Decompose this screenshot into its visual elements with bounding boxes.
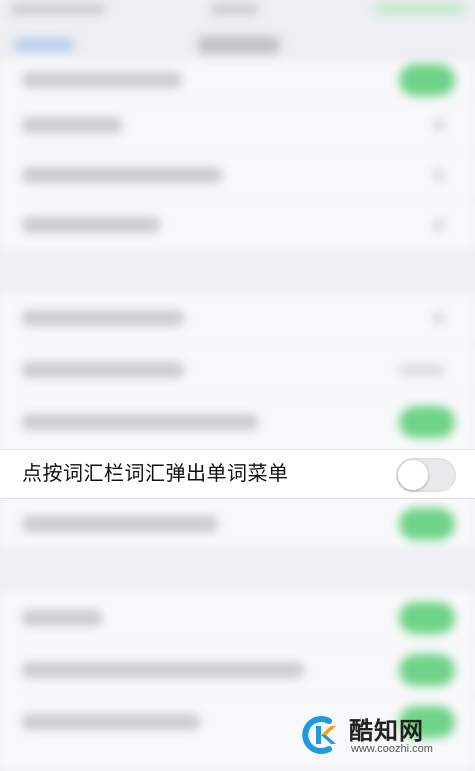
setting-label-word-menu: 点按词汇栏词汇弹出单词菜单 [22, 463, 289, 485]
setting-label [22, 310, 184, 326]
chevron-right-icon [433, 219, 445, 231]
watermark-url: www.coozhi.com [351, 743, 433, 755]
setting-label [22, 414, 258, 430]
word-menu-toggle[interactable] [396, 458, 456, 492]
setting-label [22, 72, 182, 88]
chevron-right-icon [433, 169, 445, 181]
chevron-right-icon [433, 119, 445, 131]
setting-label [22, 610, 102, 626]
setting-row[interactable] [0, 644, 475, 696]
settings-group-2 [0, 292, 475, 548]
toggle-switch[interactable] [399, 654, 455, 686]
toggle-switch[interactable] [399, 602, 455, 634]
setting-label [22, 167, 222, 183]
setting-row[interactable] [0, 150, 475, 200]
status-time [210, 4, 258, 14]
setting-row[interactable] [0, 500, 475, 548]
toggle-switch[interactable] [399, 64, 455, 96]
watermark: 酷知网 www.coozhi.com [299, 707, 459, 763]
setting-row[interactable] [0, 100, 475, 150]
status-bar [0, 0, 475, 22]
chevron-right-icon [433, 312, 445, 324]
setting-row[interactable] [0, 292, 475, 344]
carrier-signal [10, 4, 105, 14]
setting-label [22, 714, 200, 730]
toggle-switch[interactable] [399, 406, 455, 438]
setting-label [22, 362, 184, 378]
setting-label [22, 117, 122, 133]
settings-group-1 [0, 60, 475, 250]
setting-label [22, 516, 218, 532]
setting-row[interactable] [0, 200, 475, 250]
battery-icon [375, 3, 465, 14]
setting-row-word-menu[interactable]: 点按词汇栏词汇弹出单词菜单 [0, 449, 475, 499]
back-button[interactable] [14, 38, 74, 52]
setting-row[interactable] [0, 396, 475, 448]
setting-value [399, 364, 445, 376]
setting-label [22, 217, 160, 233]
setting-row[interactable] [0, 344, 475, 396]
page-title [198, 36, 280, 54]
setting-row[interactable] [0, 60, 475, 100]
watermark-title: 酷知网 [349, 718, 424, 745]
coozhi-logo-icon [302, 716, 336, 754]
toggle-switch[interactable] [399, 508, 455, 540]
setting-row[interactable] [0, 592, 475, 644]
setting-label [22, 662, 304, 678]
toggle-knob [398, 460, 428, 490]
